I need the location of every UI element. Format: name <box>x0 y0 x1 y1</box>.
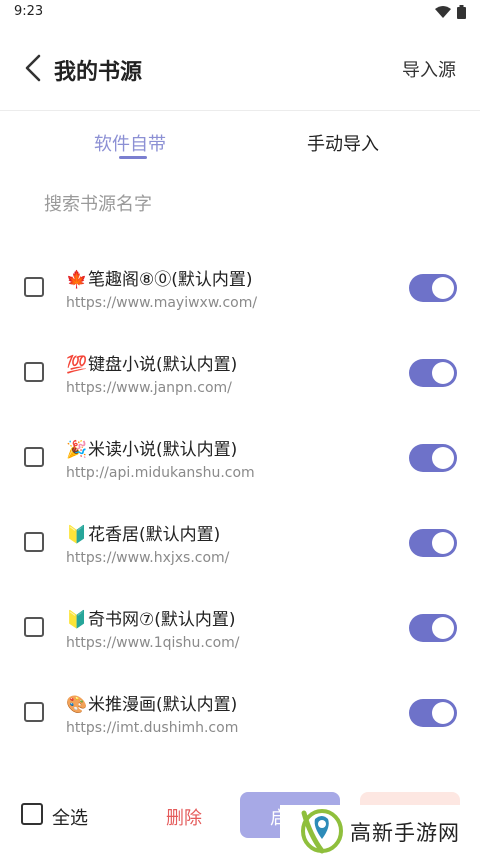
source-url: https://www.hxjxs.com/ <box>66 550 230 566</box>
toggle-knob <box>432 702 454 724</box>
source-name: 🎉米读小说(默认内置) <box>66 435 237 460</box>
source-list: 🍁笔趣阁⑧⓪(默认内置) https://www.mayiwxw.com/ 💯键… <box>0 245 480 755</box>
tab-active-indicator <box>119 156 147 159</box>
import-source-button[interactable]: 导入源 <box>402 56 456 82</box>
source-enable-toggle[interactable] <box>409 699 457 727</box>
source-url: https://www.mayiwxw.com/ <box>66 295 258 311</box>
select-all-label[interactable]: 全选 <box>52 804 88 830</box>
source-emoji: 🍁 <box>66 270 88 290</box>
source-name: 🔰花香居(默认内置) <box>66 520 220 545</box>
source-enable-toggle[interactable] <box>409 529 457 557</box>
select-all-checkbox[interactable] <box>21 803 43 825</box>
battery-icon <box>457 5 466 19</box>
source-emoji: 🔰 <box>66 525 88 545</box>
list-item: 🔰奇书网⑦(默认内置) https://www.1qishu.com/ <box>0 585 480 670</box>
source-url: https://imt.dushimh.com <box>66 720 239 736</box>
source-name: 💯键盘小说(默认内置) <box>66 350 237 375</box>
item-checkbox[interactable] <box>24 277 44 297</box>
source-name-text: 米读小说(默认内置) <box>88 440 238 460</box>
tab-manual-import[interactable]: 手动导入 <box>307 130 379 156</box>
list-item: 💯键盘小说(默认内置) https://www.janpn.com/ <box>0 330 480 415</box>
item-checkbox[interactable] <box>24 532 44 552</box>
item-checkbox[interactable] <box>24 702 44 722</box>
list-item: 🎨米推漫画(默认内置) https://imt.dushimh.com <box>0 670 480 755</box>
back-button[interactable] <box>18 52 48 84</box>
watermark-text: 高新手游网 <box>350 821 460 845</box>
status-time: 9:23 <box>14 4 44 19</box>
toggle-knob <box>432 617 454 639</box>
source-name: 🍁笔趣阁⑧⓪(默认内置) <box>66 265 253 290</box>
app-bar: 我的书源 导入源 <box>0 40 480 96</box>
source-name: 🎨米推漫画(默认内置) <box>66 690 237 715</box>
watermark: 高新手游网 <box>280 805 480 855</box>
list-item: 🍁笔趣阁⑧⓪(默认内置) https://www.mayiwxw.com/ <box>0 245 480 330</box>
source-name: 🔰奇书网⑦(默认内置) <box>66 605 236 630</box>
source-emoji: 🎉 <box>66 440 88 460</box>
delete-button[interactable]: 删除 <box>166 804 202 830</box>
source-emoji: 🔰 <box>66 610 88 630</box>
chevron-left-icon <box>25 54 41 82</box>
list-item: 🔰花香居(默认内置) https://www.hxjxs.com/ <box>0 500 480 585</box>
toggle-knob <box>432 532 454 554</box>
source-emoji: 💯 <box>66 355 88 375</box>
source-enable-toggle[interactable] <box>409 614 457 642</box>
source-tabs: 软件自带 手动导入 <box>0 124 480 168</box>
source-url: https://www.janpn.com/ <box>66 380 232 396</box>
source-emoji: 🎨 <box>66 695 88 715</box>
source-name-text: 键盘小说(默认内置) <box>88 355 238 375</box>
source-url: http://api.midukanshu.com <box>66 465 255 481</box>
source-enable-toggle[interactable] <box>409 274 457 302</box>
toggle-knob <box>432 362 454 384</box>
toggle-knob <box>432 277 454 299</box>
app-bar-divider <box>0 110 480 111</box>
source-enable-toggle[interactable] <box>409 359 457 387</box>
item-checkbox[interactable] <box>24 362 44 382</box>
page-title: 我的书源 <box>54 60 143 85</box>
source-name-text: 奇书网⑦(默认内置) <box>88 610 236 630</box>
source-name-text: 米推漫画(默认内置) <box>88 695 238 715</box>
list-item: 🎉米读小说(默认内置) http://api.midukanshu.com <box>0 415 480 500</box>
status-icons <box>435 5 466 19</box>
source-name-text: 花香居(默认内置) <box>88 525 221 545</box>
toggle-knob <box>432 447 454 469</box>
watermark-logo-icon <box>301 809 343 854</box>
item-checkbox[interactable] <box>24 447 44 467</box>
source-enable-toggle[interactable] <box>409 444 457 472</box>
item-checkbox[interactable] <box>24 617 44 637</box>
status-bar: 9:23 <box>0 0 480 26</box>
tab-builtin[interactable]: 软件自带 <box>94 130 166 156</box>
wifi-icon <box>435 6 451 18</box>
source-name-text: 笔趣阁⑧⓪(默认内置) <box>88 270 253 290</box>
source-url: https://www.1qishu.com/ <box>66 635 240 651</box>
search-input[interactable] <box>44 188 434 220</box>
